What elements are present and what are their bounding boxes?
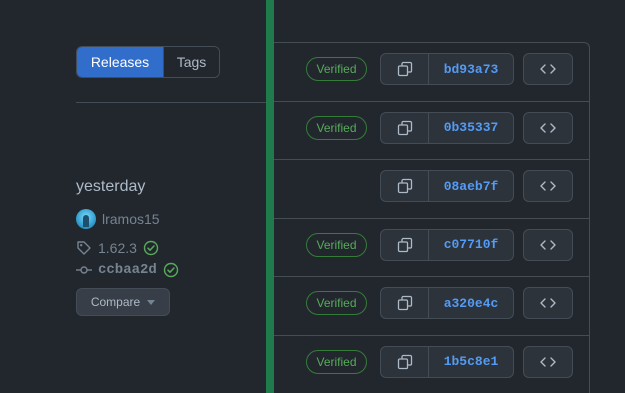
release-commit[interactable]: ccbaa2d [76,262,179,278]
sha-button-group: 08aeb7f [380,170,514,202]
copy-sha-button[interactable] [381,112,429,143]
copy-icon [397,61,413,77]
commit-row: Verified bd93a73 [274,43,589,102]
author-name[interactable]: lramos15 [102,211,160,227]
releases-tags-switcher: Releases Tags [76,46,220,78]
verified-check-icon [163,262,179,278]
release-tag[interactable]: 1.62.3 [76,240,159,256]
browse-code-button[interactable] [523,228,573,261]
commit-sha-link[interactable]: a320e4c [429,288,513,318]
green-divider-bar [266,0,274,393]
commit-sha[interactable]: ccbaa2d [98,262,157,278]
commit-row: 08aeb7f [274,160,589,219]
tag-name[interactable]: 1.62.3 [98,240,137,256]
browse-code-button[interactable] [523,53,573,85]
avatar[interactable] [76,209,96,229]
sha-button-group: a320e4c [380,287,514,319]
release-author[interactable]: lramos15 [76,209,160,229]
verified-badge[interactable]: Verified [306,232,367,257]
verified-check-icon [143,240,159,256]
code-icon [540,239,556,251]
verified-badge[interactable]: Verified [306,349,367,374]
commit-sha-link[interactable]: bd93a73 [429,54,513,84]
copy-icon [397,178,413,194]
commit-icon [76,262,92,278]
compare-label: Compare [90,295,141,309]
copy-icon [397,295,413,311]
triangle-down-icon [147,299,156,305]
tag-icon [76,240,92,256]
browse-code-button[interactable] [523,111,573,144]
tab-tags[interactable]: Tags [163,47,219,77]
code-icon [540,63,556,75]
browse-code-button[interactable] [523,170,573,202]
commit-sha-link[interactable]: 0b35337 [429,113,513,143]
verified-badge[interactable]: Verified [306,57,367,81]
copy-sha-button[interactable] [381,229,429,260]
verified-badge[interactable]: Verified [306,291,367,315]
copy-icon [397,120,413,136]
commit-row: Verified c07710f [274,219,589,277]
copy-sha-button[interactable] [381,346,429,377]
browse-code-button[interactable] [523,287,573,319]
commit-row: Verified 0b35337 [274,102,589,160]
code-icon [540,180,556,192]
commit-sha-link[interactable]: c07710f [429,230,513,260]
commit-sha-link[interactable]: 1b5c8e1 [429,347,513,377]
compare-button[interactable]: Compare [76,288,170,316]
tab-releases[interactable]: Releases [77,47,163,77]
release-date: yesterday [76,178,146,195]
code-icon [540,122,556,134]
divider [76,102,266,103]
sha-button-group: bd93a73 [380,53,514,85]
copy-sha-button[interactable] [381,171,429,201]
sha-button-group: 1b5c8e1 [380,345,514,378]
copy-sha-button[interactable] [381,288,429,318]
copy-sha-button[interactable] [381,54,429,84]
commit-row: Verified 1b5c8e1 [274,336,589,393]
code-icon [540,356,556,368]
browse-code-button[interactable] [523,345,573,378]
verified-badge[interactable]: Verified [306,115,367,140]
sha-button-group: c07710f [380,228,514,261]
sha-button-group: 0b35337 [380,111,514,144]
commit-row: Verified a320e4c [274,277,589,336]
code-icon [540,297,556,309]
commit-list: Verified bd93a73 Verified 0b35337 08aeb7… [274,42,590,393]
copy-icon [397,237,413,253]
commit-sha-link[interactable]: 08aeb7f [429,171,513,201]
copy-icon [397,354,413,370]
